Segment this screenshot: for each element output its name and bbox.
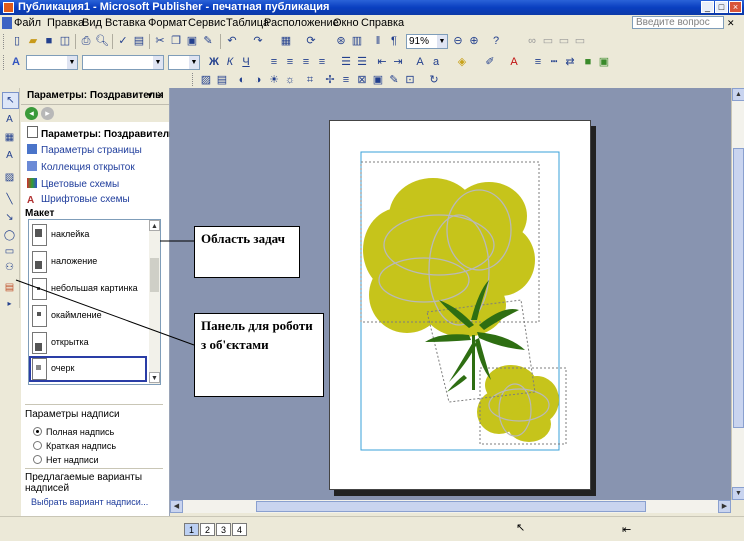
callout-task-pane: Область задач bbox=[194, 226, 300, 278]
callout-lines bbox=[15, 240, 195, 346]
callout-objects-toolbar: Панель для роботи з об'єктами bbox=[194, 313, 324, 397]
